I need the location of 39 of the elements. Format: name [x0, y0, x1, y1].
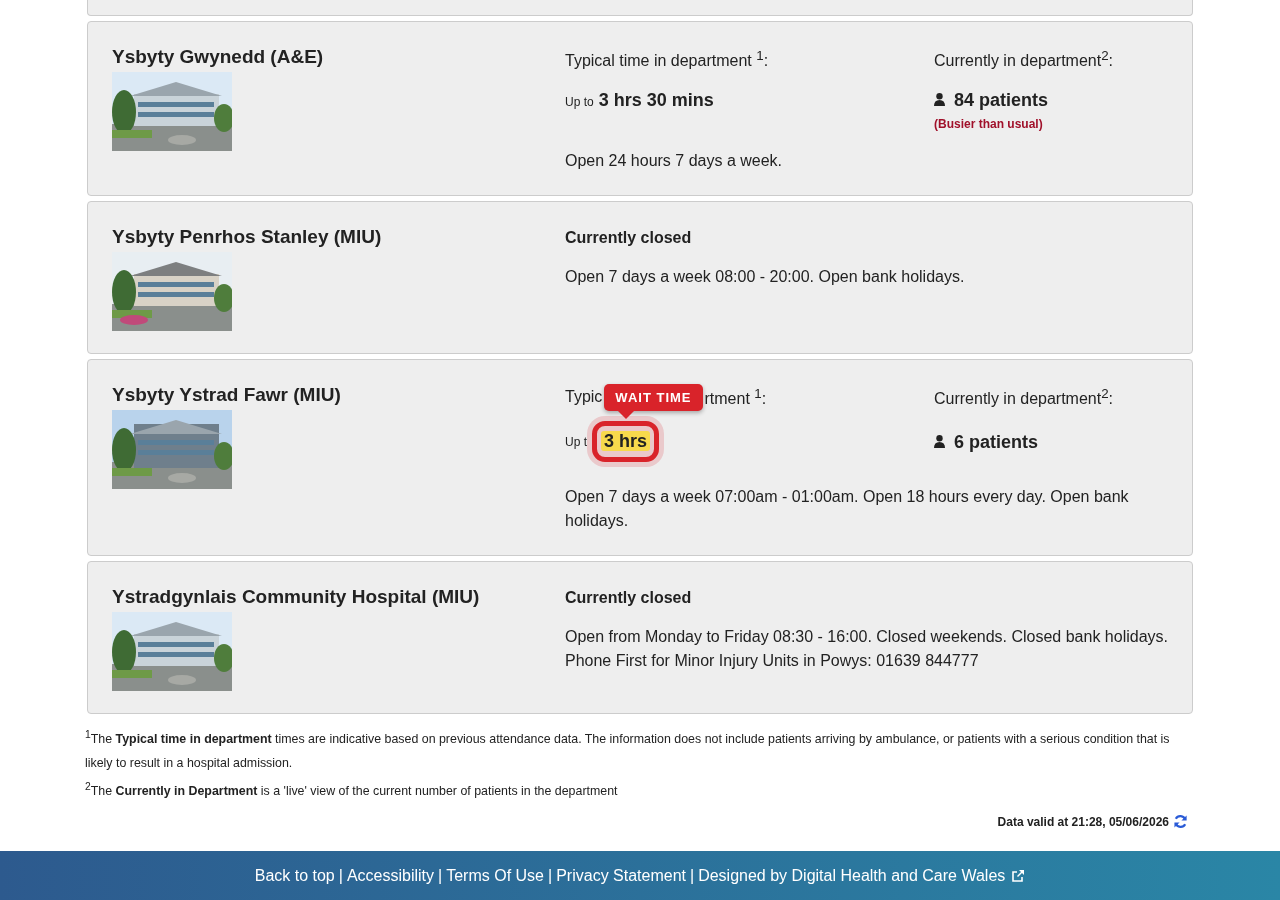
footer-link[interactable]: Accessibility: [346, 866, 435, 885]
hospital-name: Ystradgynlais Community Hospital (MIU): [112, 586, 481, 608]
wait-time: 3 hrs: [601, 431, 651, 451]
footer-link[interactable]: Terms Of Use: [446, 866, 544, 885]
data-valid-text: Data valid at 21:28, 05/06/2026: [997, 814, 1169, 829]
hospital-name: Ysbyty Penrhos Stanley (MIU): [112, 226, 383, 248]
typical-time-label: rtment $^{1}$:: [704, 385, 767, 409]
wait-time: 3 hrs 30 mins: [598, 90, 714, 111]
closed-status: Currently closed: [565, 589, 693, 607]
opening-hours: Open from Monday to Friday 08:30 - 16:00. Closed weekends. Closed bank holidays. Phone First for Minor Injury Units in Powys: 01639 844777: [565, 627, 1168, 671]
closed-status: Currently closed: [565, 229, 693, 247]
opening-hours: Open 7 days a week 08:00 - 20:00. Open bank holidays.: [565, 267, 966, 287]
hospital-name: Ysbyty Gwynedd (A&E): [112, 46, 325, 68]
typical-time-label: Typic: [565, 388, 603, 406]
footer-link[interactable]: Designed by Digital Health and Care Wales: [698, 866, 1006, 885]
opening-hours: Open 24 hours 7 days a week.: [565, 151, 784, 171]
separator: |: [690, 866, 695, 885]
separator: |: [548, 866, 553, 885]
refresh-icon[interactable]: [1173, 814, 1188, 830]
current-label: Currently in department$^{2}$:: [934, 385, 1114, 409]
person-icon: [934, 435, 945, 448]
up-to-text: Up t: [565, 434, 587, 449]
patient-count: 6 patients: [954, 432, 1039, 453]
footnote: $^{1}$The Typical time in department times are indicative based on previous attendance data. The information does not include patients arriving by ambulance, or patients with a serious condition that is likely to result in a hospital admission.: [85, 728, 1171, 773]
wait-time-tooltip: WAIT TIME: [604, 383, 703, 411]
footer-link[interactable]: Privacy Statement: [556, 866, 686, 885]
current-label: Currently in department$^{2}$:: [934, 47, 1114, 71]
person-icon: [934, 93, 945, 106]
up-to-text: Up to: [565, 95, 594, 109]
patient-count: 84 patients: [954, 90, 1049, 111]
hospital-name: Ysbyty Ystrad Fawr (MIU): [112, 384, 342, 406]
tooltip-pointer: [618, 410, 635, 419]
opening-hours: Open 7 days a week 07:00am - 01:00am. Open 18 hours every day. Open bank holidays.: [565, 487, 1130, 531]
separator: |: [338, 866, 343, 885]
footer-link[interactable]: Back to top: [254, 866, 335, 885]
footnote: $^{2}$The Currently in Department is a 'live' view of the current number of patients in the department: [85, 780, 619, 801]
separator: |: [438, 866, 443, 885]
typical-time-label: Typical time in department $^{1}$:: [565, 47, 769, 71]
busy-note: (Busier than usual): [934, 117, 1044, 131]
